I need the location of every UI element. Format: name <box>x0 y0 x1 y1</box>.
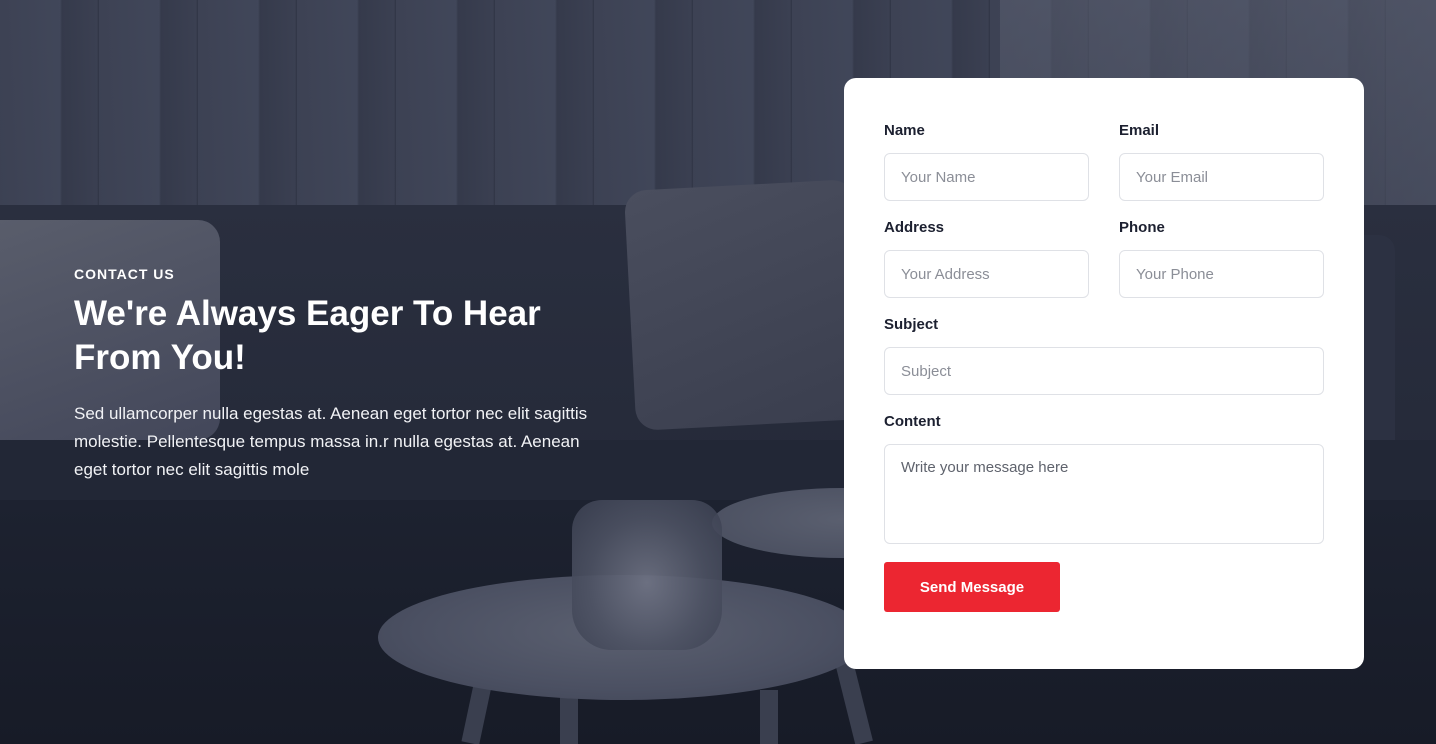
phone-input[interactable] <box>1119 250 1324 298</box>
table-leg <box>760 690 778 744</box>
address-input[interactable] <box>884 250 1089 298</box>
content-label: Content <box>884 413 941 430</box>
page-title: We're Always Eager To Hear From You! <box>74 294 541 377</box>
subject-label: Subject <box>884 316 939 333</box>
form-row: Name Email <box>884 122 1324 219</box>
section-eyebrow: CONTACT US <box>74 266 175 282</box>
email-field-group: Email <box>1119 122 1324 201</box>
phone-field-group: Phone <box>1119 219 1324 298</box>
name-label: Name <box>884 122 925 139</box>
form-row: Address Phone <box>884 219 1324 316</box>
name-field-group: Name <box>884 122 1089 201</box>
name-input[interactable] <box>884 153 1089 201</box>
contact-intro: CONTACT US We're Always Eager To Hear Fr… <box>74 266 614 484</box>
address-label: Address <box>884 219 945 236</box>
subject-input[interactable] <box>884 347 1324 395</box>
contact-form: Name Email Address Phone Subject Content… <box>844 78 1364 669</box>
subject-field-group: Subject <box>884 316 1324 395</box>
content-field-group: Content <box>884 413 1324 544</box>
intro-paragraph: Sed ullamcorper nulla egestas at. Aenean… <box>74 404 588 479</box>
email-label: Email <box>1119 122 1160 139</box>
email-input[interactable] <box>1119 153 1324 201</box>
address-field-group: Address <box>884 219 1089 298</box>
phone-label: Phone <box>1119 219 1165 236</box>
candle-jar <box>572 500 722 650</box>
cushion <box>623 179 867 431</box>
message-textarea[interactable] <box>884 444 1324 544</box>
send-message-button[interactable]: Send Message <box>884 562 1060 612</box>
